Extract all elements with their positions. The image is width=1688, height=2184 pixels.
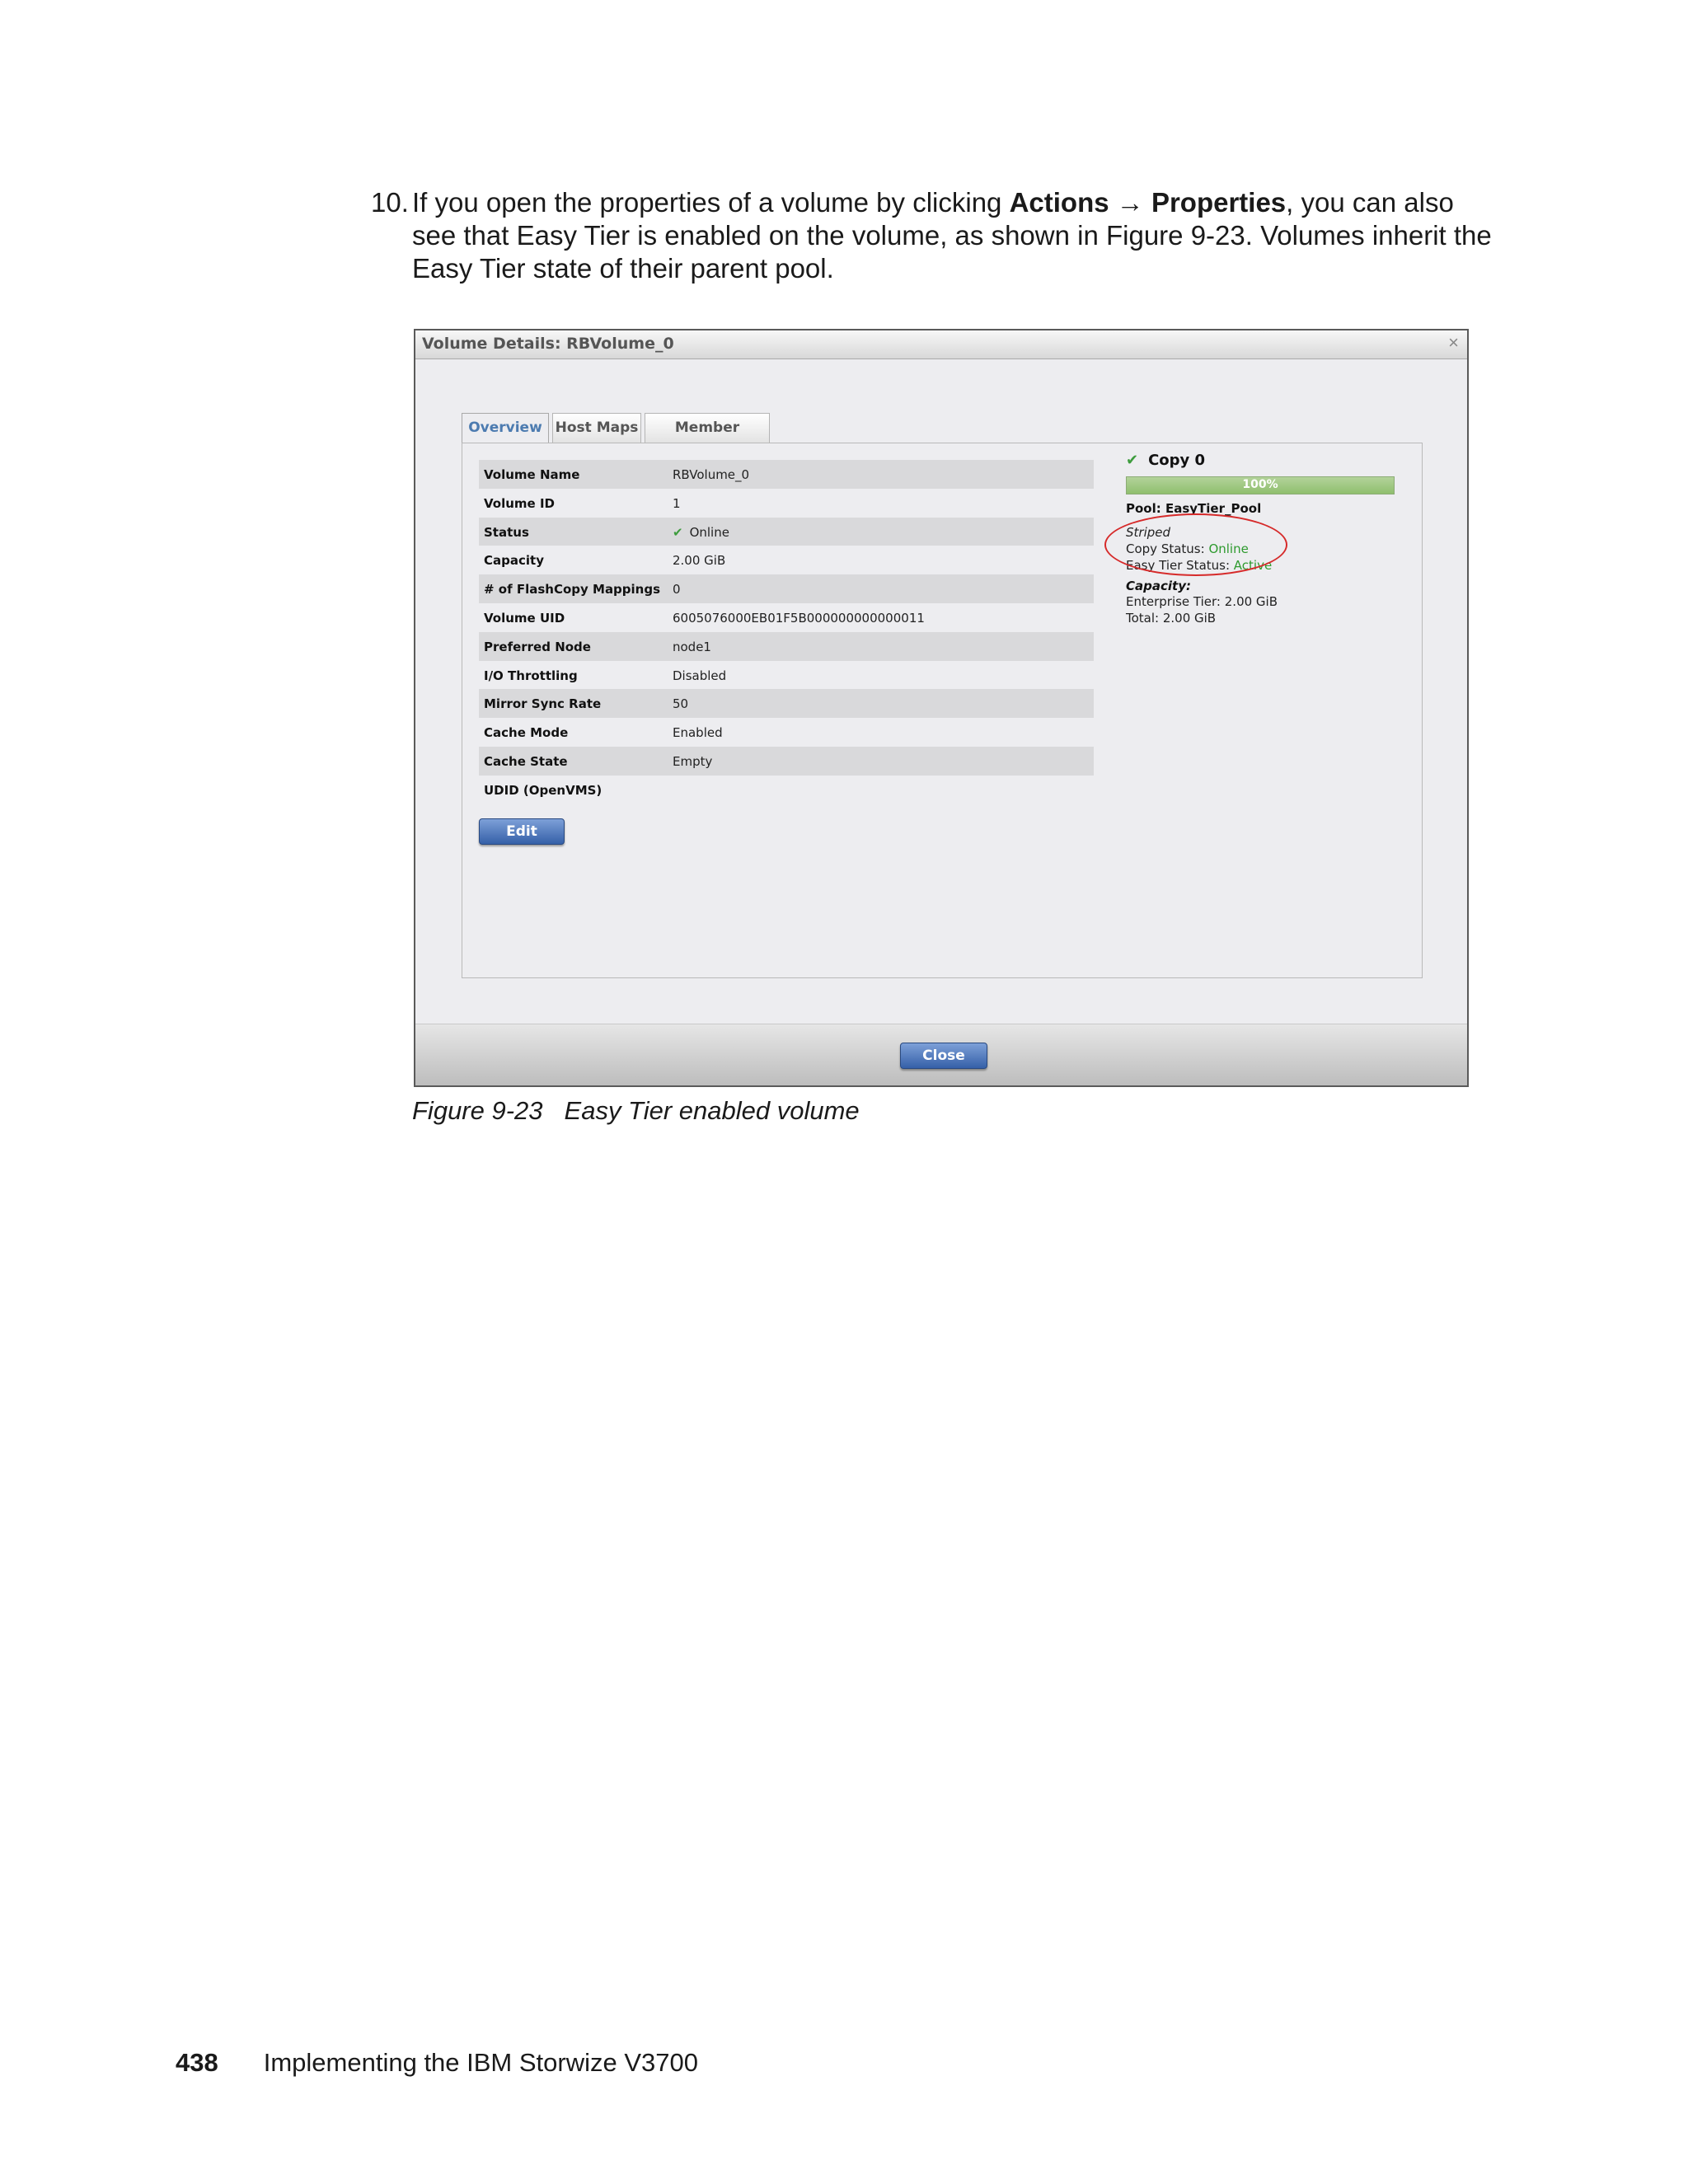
property-row-volume-id: Volume ID 1 [479, 489, 1094, 518]
copy-status-block: Striped Copy Status: Online Easy Tier St… [1104, 513, 1406, 576]
total-capacity: Total: 2.00 GiB [1126, 611, 1217, 626]
dialog-footer: Close [415, 1024, 1467, 1085]
property-label: Mirror Sync Rate [484, 696, 602, 712]
dialog-titlebar: Volume Details: RBVolume_0 × [415, 330, 1467, 359]
property-value: 2.00 GiB [673, 553, 726, 569]
check-icon: ✔ [673, 524, 683, 540]
property-value: 1 [673, 495, 681, 511]
volume-details-dialog: Volume Details: RBVolume_0 × Overview Ho… [414, 329, 1469, 1087]
tab-member-mdisks[interactable]: Member MDisks [645, 413, 770, 464]
property-row-udid: UDID (OpenVMS) [479, 776, 1094, 804]
properties-table: Volume Name RBVolume_0 Volume ID 1 Statu… [479, 460, 1094, 804]
property-value: 50 [673, 696, 689, 712]
property-label: I/O Throttling [484, 668, 578, 683]
dialog-title: Volume Details: RBVolume_0 [422, 335, 674, 353]
step-paragraph: 10. If you open the properties of a volu… [371, 186, 1500, 285]
property-value: Disabled [673, 668, 727, 683]
property-label: Volume UID [484, 610, 565, 626]
property-row-io-throttling: I/O Throttling Disabled [479, 661, 1094, 690]
properties-term: Properties [1151, 187, 1287, 218]
actions-term: Actions [1009, 187, 1109, 218]
property-label: UDID (OpenVMS) [484, 782, 603, 798]
property-row-mirror-sync-rate: Mirror Sync Rate 50 [479, 689, 1094, 719]
property-value: Enabled [673, 725, 723, 741]
tab-overview[interactable]: Overview [462, 413, 549, 444]
figure-caption: Figure 9-23 Easy Tier enabled volume [412, 1096, 860, 1126]
check-icon: ✔ [1126, 452, 1139, 469]
property-label: Volume ID [484, 495, 555, 511]
copy-summary: ✔ Copy 0 100% Pool: EasyTier_Pool Striped… [1104, 452, 1406, 626]
status-text: Online [689, 524, 729, 540]
property-value-status: ✔ Online [673, 525, 729, 540]
property-label: Cache Mode [484, 725, 569, 741]
tab-host-maps[interactable]: Host Maps [552, 413, 641, 443]
property-value: Empty [673, 753, 713, 769]
edit-button[interactable]: Edit [479, 818, 565, 845]
page-footer: 438 Implementing the IBM Storwize V3700 [176, 2048, 698, 2078]
copy-title: Copy 0 [1148, 452, 1206, 469]
close-icon[interactable]: × [1448, 332, 1459, 354]
property-row-capacity: Capacity 2.00 GiB [479, 546, 1094, 574]
progress-label: 100% [1242, 478, 1278, 491]
book-title: Implementing the IBM Storwize V3700 [263, 2048, 698, 2077]
property-value: node1 [673, 639, 711, 654]
arrow-glyph: → [1109, 187, 1151, 218]
property-value: RBVolume_0 [673, 467, 750, 482]
property-row-volume-uid: Volume UID 6005076000EB01F5B000000000000… [479, 603, 1094, 632]
step-number: 10. [371, 187, 409, 218]
property-row-flashcopy-mappings: # of FlashCopy Mappings 0 [479, 574, 1094, 603]
property-value: 0 [673, 582, 681, 598]
step-text: If you open the properties of a volume b… [412, 186, 1500, 285]
property-value: 6005076000EB01F5B000000000000011 [673, 610, 925, 626]
figure-number: Figure 9-23 [412, 1096, 543, 1125]
overview-panel: Volume Name RBVolume_0 Volume ID 1 Statu… [462, 443, 1423, 978]
property-label: Status [484, 524, 529, 540]
property-label: Preferred Node [484, 639, 591, 654]
property-label: Capacity [484, 553, 544, 569]
copy-header: ✔ Copy 0 [1126, 452, 1406, 476]
pool-name: Pool: EasyTier_Pool [1126, 501, 1262, 516]
page-number: 438 [176, 2048, 218, 2077]
property-label: Volume Name [484, 467, 580, 482]
close-button[interactable]: Close [900, 1043, 987, 1069]
property-row-status: Status ✔ Online [479, 517, 1094, 546]
property-label: # of FlashCopy Mappings [484, 582, 661, 598]
property-row-volume-name: Volume Name RBVolume_0 [479, 460, 1094, 489]
highlight-circle [1104, 513, 1287, 576]
enterprise-tier: Enterprise Tier: 2.00 GiB [1126, 594, 1278, 609]
copy-progress-bar: 100% [1126, 476, 1395, 494]
figure-title: Easy Tier enabled volume [564, 1096, 860, 1125]
property-row-cache-mode: Cache Mode Enabled [479, 718, 1094, 747]
capacity-heading: Capacity: [1126, 579, 1191, 593]
step-text-before: If you open the properties of a volume b… [412, 187, 1010, 218]
property-label: Cache State [484, 753, 568, 769]
property-row-preferred-node: Preferred Node node1 [479, 631, 1094, 661]
property-row-cache-state: Cache State Empty [479, 746, 1094, 776]
